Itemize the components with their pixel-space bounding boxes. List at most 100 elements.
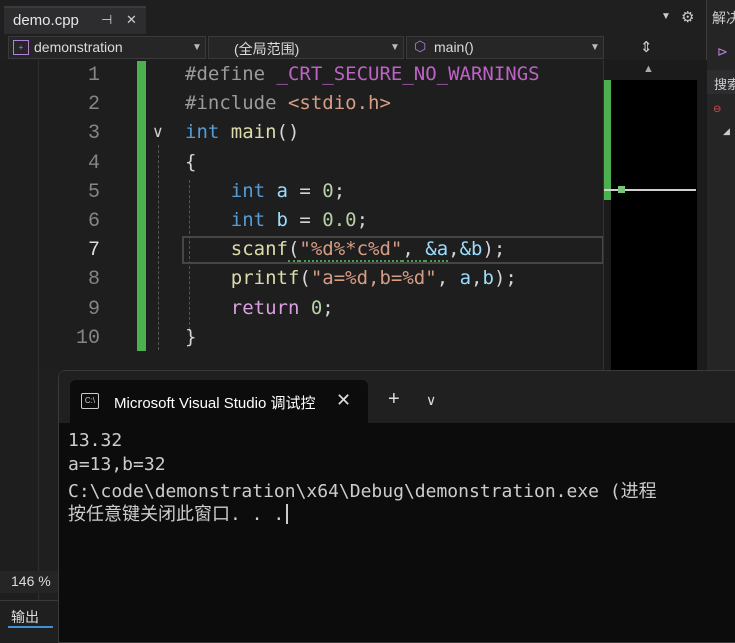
code-token: 0 [310, 296, 323, 319]
code-token: = [287, 179, 323, 202]
code-token: ( [287, 238, 300, 263]
code-token: printf [185, 267, 300, 290]
console-prompt-text: 按任意键关闭此窗口. . . [68, 504, 285, 525]
code-token: a [276, 179, 288, 202]
console-output-line: a=13,b=32 [68, 454, 166, 475]
gear-icon[interactable]: ⚙ [681, 8, 694, 26]
project-name: demonstration [34, 39, 123, 55]
expand-arrow-icon[interactable]: ◢ [723, 126, 730, 137]
code-token: = [287, 209, 323, 231]
code-token: #include [185, 92, 288, 115]
line-number: 7 [87, 239, 100, 263]
line-number: 2 [87, 93, 100, 117]
code-token: "%d%*c%d" [299, 238, 403, 263]
project-dropdown[interactable]: + demonstration ▼ [8, 36, 206, 59]
code-line: #include <stdio.h> [185, 92, 391, 114]
line-number: 4 [87, 151, 100, 175]
chevron-down-icon: ▼ [590, 42, 600, 53]
code-token: scanf [185, 238, 288, 261]
code-token: _CRT_SECURE_NO_WARNINGS [276, 63, 540, 85]
terminal-icon: C:\ [81, 393, 99, 409]
code-token: , [436, 267, 460, 290]
code-token: &b [459, 238, 483, 261]
code-token: "a=%d,b=%d" [310, 267, 437, 290]
close-icon[interactable]: ✕ [126, 12, 137, 28]
scope-name: (全局范围) [234, 41, 300, 57]
chevron-down-icon: ▼ [390, 42, 400, 53]
function-name: main() [434, 39, 474, 55]
code-token: b [276, 209, 288, 231]
code-token: 0.0 [322, 209, 357, 231]
pin-icon[interactable]: ⊣ [101, 12, 112, 28]
code-token: , [402, 238, 426, 263]
indent-guide [158, 145, 159, 350]
code-token: &a [425, 238, 449, 263]
code-token: return [185, 296, 311, 319]
code-token: , [448, 238, 460, 261]
code-token: ; [322, 296, 334, 319]
code-token: int [185, 209, 277, 231]
code-token: ; [333, 179, 346, 202]
chevron-down-icon: ▼ [192, 42, 202, 53]
console-tab-title: Microsoft Visual Studio 调试控 [114, 395, 316, 412]
line-number: 8 [87, 268, 100, 292]
code-token: b [482, 267, 494, 290]
code-line: printf("a=%d,b=%d", a,b); [185, 267, 517, 289]
vs-icon[interactable]: ⊳ [717, 44, 728, 60]
code-token: } [185, 325, 197, 348]
error-icon: ⊖ [713, 104, 722, 115]
console-output-line: 13.32 [68, 430, 123, 451]
console-output-line: 按任意键关闭此窗口. . . [68, 500, 289, 526]
change-tracking-bar [137, 61, 146, 351]
solution-search-label: 搜索 [714, 77, 735, 92]
line-number: 6 [87, 210, 100, 233]
left-margin [0, 60, 39, 610]
new-tab-plus-icon[interactable]: + [388, 388, 400, 411]
project-icon: + [13, 40, 29, 55]
code-token: <stdio.h> [287, 92, 391, 115]
close-icon[interactable]: ✕ [336, 390, 351, 411]
code-token: int [185, 121, 231, 144]
active-tab-underline [8, 626, 53, 628]
code-token: main [230, 121, 277, 144]
code-line: scanf("%d%*c%d", &a,&b); [185, 238, 505, 263]
minimap-preview[interactable] [611, 80, 697, 370]
chevron-down-icon[interactable]: ∨ [426, 392, 436, 409]
solution-explorer-title: 解决 [712, 10, 735, 26]
code-token: , [471, 267, 483, 290]
text-cursor [286, 504, 289, 524]
code-line: int b = 0.0; [185, 209, 368, 231]
line-number: 9 [87, 297, 100, 321]
cube-icon: ⬡ [414, 38, 427, 54]
function-dropdown[interactable]: ⬡ main() ▼ [406, 36, 604, 59]
code-line: int a = 0; [185, 180, 345, 202]
code-token: a [459, 267, 472, 290]
code-token: int [185, 179, 277, 202]
chevron-down-icon[interactable]: ▼ [661, 11, 671, 22]
code-line: { [185, 151, 196, 173]
code-token: () [276, 121, 300, 144]
code-token: ); [493, 267, 517, 290]
code-token: ( [299, 267, 311, 290]
minimap-change-bar [604, 80, 611, 200]
line-number: 5 [87, 180, 100, 204]
tab-demo-cpp[interactable]: demo.cpp ⊣ ✕ [4, 6, 146, 34]
zoom-level: 146 % [11, 573, 51, 589]
fold-chevron-icon[interactable]: ∨ [152, 122, 164, 142]
code-line: return 0; [185, 297, 334, 319]
line-number: 3 [87, 122, 100, 146]
code-token: 0 [322, 179, 334, 202]
code-token: { [185, 150, 197, 173]
tab-output[interactable]: 输出 [11, 607, 39, 627]
code-line: int main() [185, 121, 299, 143]
code-line: #define _CRT_SECURE_NO_WARNINGS [185, 63, 540, 85]
code-token: #define [185, 63, 277, 85]
tab-title: demo.cpp [13, 12, 79, 29]
scroll-up-icon[interactable]: ▲ [643, 63, 654, 75]
line-number: 1 [87, 64, 100, 87]
minimap-caret-marker [618, 186, 625, 193]
code-token: ; [356, 209, 369, 231]
line-number: 10 [75, 326, 100, 350]
split-window-icon[interactable]: ⇕ [640, 38, 653, 56]
scope-dropdown[interactable]: (全局范围) ▼ [208, 36, 404, 59]
